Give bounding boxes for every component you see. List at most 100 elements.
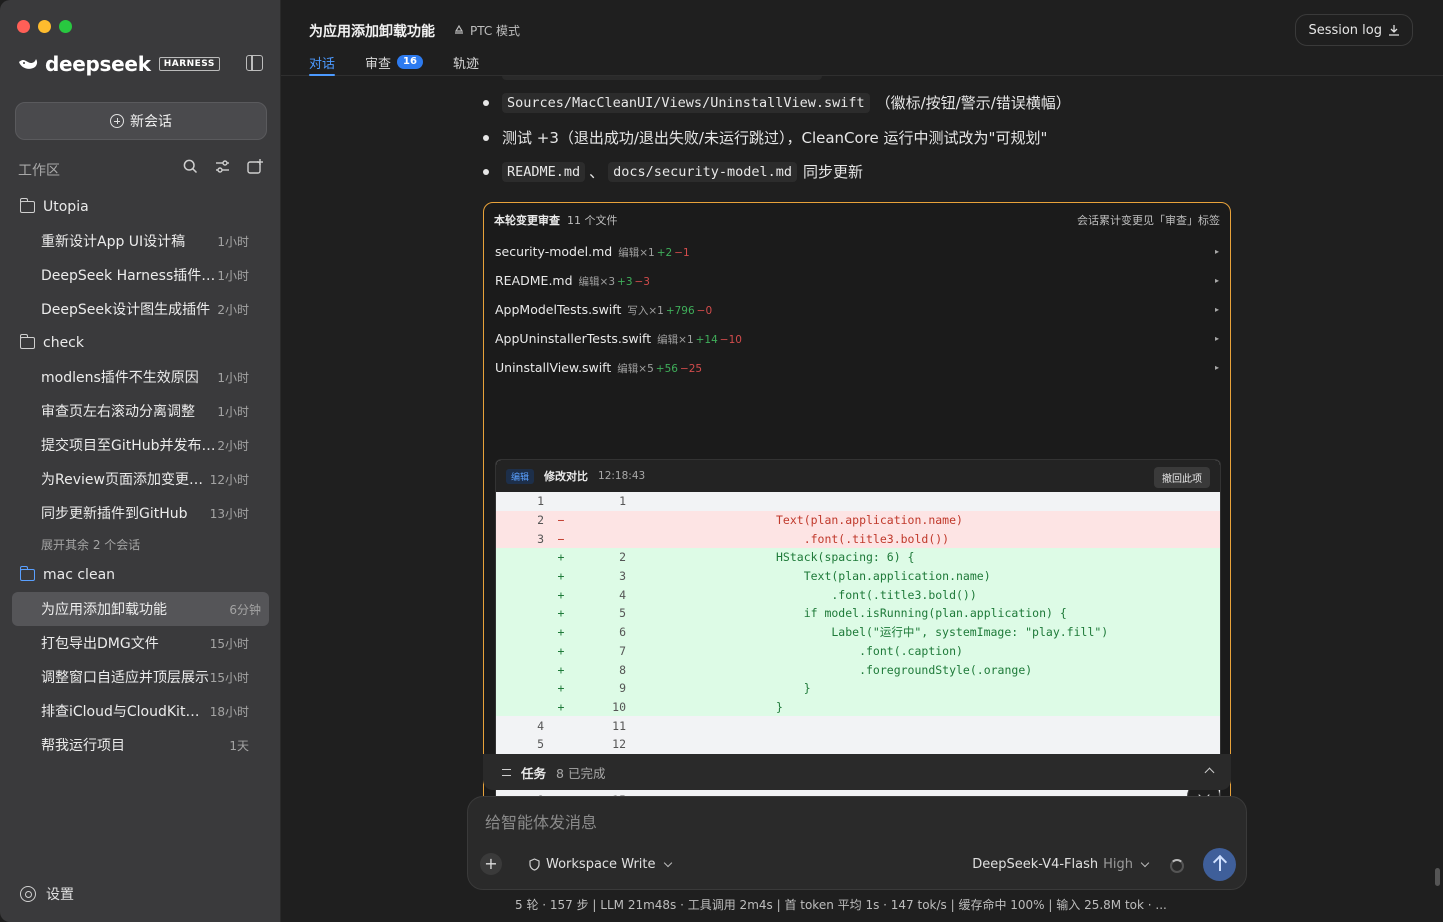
list-item[interactable]: 重新设计App UI设计稿 1小时 — [0, 224, 269, 258]
message-bullet: README.md 、 docs/security-model.md 同步更新 — [483, 161, 863, 182]
item-title: DeepSeek Harness插件配... — [41, 268, 218, 284]
caret-right-icon[interactable]: ▸ — [1215, 305, 1219, 314]
folder-icon — [19, 334, 35, 349]
item-title: 调整窗口自适应并顶层展示 — [41, 670, 209, 686]
ptc-mode-indicator[interactable]: PTC 模式 — [453, 22, 520, 39]
minimize-window-button[interactable] — [38, 20, 51, 33]
permission-mode-dropdown[interactable]: Workspace Write — [528, 857, 672, 872]
new-line-number: 4 — [619, 587, 626, 602]
tab-chat[interactable]: 对话 — [309, 50, 336, 76]
tasks-bar[interactable]: 任务 8 已完成 — [483, 754, 1231, 790]
item-time: 1小时 — [217, 268, 249, 283]
caret-right-icon[interactable]: ▸ — [1215, 247, 1219, 256]
folder-check[interactable]: check — [0, 326, 281, 360]
folder-utopia[interactable]: Utopia — [0, 190, 281, 224]
item-time: 2小时 — [217, 302, 249, 317]
review-title: 本轮变更审查 — [494, 214, 560, 227]
diff-line: +5 if model.isRunning(plan.application) … — [496, 604, 1220, 623]
brand-badge: HARNESS — [158, 57, 220, 71]
zoom-window-button[interactable] — [59, 20, 72, 33]
recycle-icon — [454, 24, 464, 34]
list-item[interactable]: DeepSeek Harness插件配... 1小时 — [0, 258, 269, 292]
caret-right-icon[interactable]: ▸ — [1215, 276, 1219, 285]
search-icon[interactable] — [182, 158, 199, 175]
revert-button[interactable]: 撤回此项 — [1154, 467, 1210, 488]
item-time: 2小时 — [217, 438, 249, 453]
folder-mac-clean[interactable]: mac clean — [0, 558, 281, 592]
message-bullet: 测试 +3（退出成功/退出失败/未运行跳过），CleanCore 运行中测试改为… — [483, 127, 1047, 148]
diff-sign: + — [557, 625, 565, 640]
review-count-badge: 16 — [397, 55, 423, 69]
send-button[interactable] — [1203, 848, 1236, 881]
diff-sign: + — [557, 681, 565, 696]
item-time: 15小时 — [209, 636, 249, 651]
tab-trace[interactable]: 轨迹 — [453, 50, 479, 74]
show-more-link[interactable]: 展开其余 2 个会话 — [0, 530, 281, 558]
diff-line: 3− .font(.title3.bold()) — [496, 529, 1220, 549]
scrollbar-thumb[interactable] — [1435, 868, 1440, 886]
list-item[interactable]: 为Review页面添加变更撤... 12小时 — [0, 462, 269, 496]
lines-added: +14 — [695, 333, 718, 346]
list-item-active[interactable]: 为应用添加卸载功能 6分钟 — [12, 592, 269, 626]
lines-removed: −10 — [719, 333, 742, 346]
item-title: 帮我运行项目 — [41, 738, 125, 754]
new-chat-button[interactable]: 新会话 — [15, 102, 267, 140]
diff-sign: − — [557, 513, 565, 528]
list-item[interactable]: 审查页左右滚动分离调整 1小时 — [0, 394, 269, 428]
chevron-up-icon[interactable] — [1204, 767, 1215, 778]
item-time: 18小时 — [209, 704, 249, 719]
brand-logo: deepseek HARNESS — [17, 52, 220, 76]
new-line-number: 12 — [612, 737, 626, 752]
list-item[interactable]: 调整窗口自适应并顶层展示 15小时 — [0, 660, 269, 694]
caret-right-icon[interactable]: ▸ — [1215, 334, 1219, 343]
list-item[interactable]: 同步更新插件到GitHub 13小时 — [0, 496, 269, 530]
list-item[interactable]: 打包导出DMG文件 15小时 — [0, 626, 269, 660]
file-row[interactable]: AppUninstallerTests.swift 编辑×1 +14 −10 ▸ — [484, 324, 1230, 353]
review-note: 会话累计变更见「审查」标签 — [1077, 214, 1220, 227]
review-header: 本轮变更审查 11 个文件 会话累计变更见「审查」标签 — [484, 203, 1230, 237]
diff-code: Text(plan.application.name) — [776, 569, 991, 584]
file-row[interactable]: AppModelTests.swift 写入×1 +796 −0 ▸ — [484, 295, 1230, 324]
gear-icon — [20, 886, 36, 902]
file-meta: 编辑×1 — [657, 333, 694, 346]
diff-sign: − — [557, 531, 565, 546]
bullet-text: 同步更新 — [802, 163, 863, 181]
diff-sign — [552, 494, 570, 508]
shield-icon — [529, 858, 540, 871]
plus-circle-icon — [110, 114, 124, 128]
tasks-count: 8 已完成 — [556, 765, 606, 781]
close-window-button[interactable] — [17, 20, 30, 33]
lines-removed: −0 — [696, 304, 713, 317]
settings-button[interactable]: 设置 — [20, 884, 74, 904]
file-row[interactable]: security-model.md 编辑×1 +2 −1 ▸ — [484, 237, 1230, 266]
new-folder-icon[interactable] — [246, 158, 263, 175]
sidebar-toggle-icon[interactable] — [246, 55, 263, 71]
list-item[interactable]: 排查iCloud与CloudKit同... 18小时 — [0, 694, 269, 728]
filter-sliders-icon[interactable] — [214, 158, 231, 175]
tab-label: 轨迹 — [452, 56, 479, 72]
tab-label: 审查 — [365, 56, 392, 72]
new-line-number: 6 — [619, 625, 626, 640]
file-meta: 写入×1 — [627, 304, 664, 317]
old-line-number: 2 — [537, 513, 544, 528]
list-item[interactable]: 帮我运行项目 1天 — [0, 728, 269, 762]
diff-sign: + — [557, 587, 565, 602]
diff-code: Label("运行中", systemImage: "play.fill") — [776, 625, 1109, 640]
bullet-text: （徽标/按钮/警示/错误横幅） — [875, 94, 1071, 112]
session-log-button[interactable]: Session log — [1295, 14, 1413, 46]
checklist-icon — [497, 767, 511, 778]
caret-right-icon[interactable]: ▸ — [1215, 363, 1219, 372]
new-line-number: 9 — [619, 681, 626, 696]
tab-review[interactable]: 审查 16 — [365, 50, 423, 74]
file-row[interactable]: README.md 编辑×3 +3 −3 ▸ — [484, 266, 1230, 295]
add-attachment-button[interactable]: + — [480, 853, 502, 875]
list-item[interactable]: modlens插件不生效原因 1小时 — [0, 360, 269, 394]
item-title: modlens插件不生效原因 — [41, 370, 199, 386]
project-tree: Utopia 重新设计App UI设计稿 1小时 DeepSeek Harness… — [0, 190, 281, 762]
list-item[interactable]: DeepSeek设计图生成插件 2小时 — [0, 292, 269, 326]
file-row[interactable]: UninstallView.swift 编辑×5 +56 −25 ▸ — [484, 353, 1230, 382]
model-selector[interactable]: DeepSeek-V4-Flash High — [972, 857, 1150, 872]
diff-header: 编辑 修改对比 12:18:43 撤回此项 — [496, 460, 1220, 492]
list-item[interactable]: 提交项目至GitHub并发布0.... 2小时 — [0, 428, 269, 462]
message-input[interactable] — [485, 813, 1185, 832]
